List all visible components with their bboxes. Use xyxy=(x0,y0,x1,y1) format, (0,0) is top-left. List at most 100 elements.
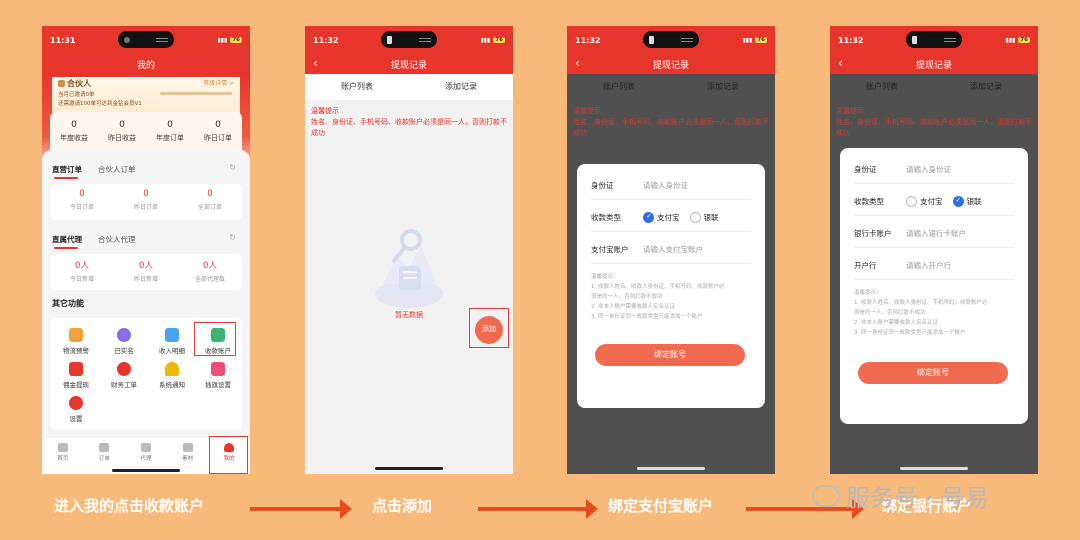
notice-title: 温馨提示 xyxy=(836,107,864,115)
arrow-right-icon xyxy=(250,499,352,519)
highlight-frame xyxy=(469,308,509,348)
alipay-account-input[interactable]: 请输入支付宝账户 xyxy=(643,244,703,255)
modal-notes: 温馨提示： 1. 收款人姓名、收款人身份证、手机号码、收款账户必 须是同一人，否… xyxy=(854,290,988,336)
partner-line-2: 还需邀请100单可达到金钻会员V1 xyxy=(58,101,142,107)
tab-add-record[interactable]: 添加记录 xyxy=(409,74,513,100)
phone-record-empty: 11:32 ▮▮▮ 76 ‹ 提现记录 账户列表 添加记录 温馨提示 姓名、身份证、… xyxy=(305,26,513,474)
notice: 温馨提示 姓名、身份证、手机号码、收款账户必须是同一人，否则打款不成功 xyxy=(305,100,513,145)
tab-add-record[interactable]: 添加记录 xyxy=(934,74,1038,100)
title-bar: ‹ 提现记录 xyxy=(305,54,513,74)
func-logistics[interactable]: 物流预警 xyxy=(54,328,98,355)
order-icon xyxy=(99,443,110,452)
radio-alipay[interactable]: 支付宝 xyxy=(906,196,943,207)
tab-direct-agents[interactable]: 直属代理 xyxy=(52,234,82,249)
battery-icon: 76 xyxy=(230,37,242,43)
page-title: 提现记录 xyxy=(915,60,952,71)
verified-user-icon xyxy=(117,328,131,342)
id-label: 身份证 xyxy=(591,181,614,190)
radio-unionpay[interactable]: 银联 xyxy=(952,196,982,207)
highlight-frame xyxy=(194,322,236,356)
record-tabs: 账户列表 添加记录 xyxy=(567,74,775,100)
function-grid: 物流预警 已实名 收入明细 收款账户 佣金提现 财务工单 系统通知 插旗设置 设… xyxy=(50,318,242,430)
title-bar: ‹ 提现记录 xyxy=(830,54,1038,74)
id-input[interactable]: 请输入身份证 xyxy=(906,164,951,175)
notice: 温馨提示 姓名、身份证、手机号码、收款账户必须是同一人，否则打款不成功 xyxy=(830,100,1038,145)
page-title: 我的 xyxy=(136,60,155,71)
agent-icon xyxy=(140,443,151,452)
gear-icon xyxy=(69,396,83,410)
radio-alipay[interactable]: 支付宝 xyxy=(643,212,680,223)
orders-tabs: 直营订单 合伙人订单 xyxy=(52,164,136,179)
func-withdraw[interactable]: 佣金提现 xyxy=(54,362,98,389)
tab-partner-orders[interactable]: 合伙人订单 xyxy=(98,164,136,175)
wechat-icon xyxy=(812,484,840,507)
tab-account-list[interactable]: 账户列表 xyxy=(830,74,934,100)
func-flag-settings[interactable]: 插旗设置 xyxy=(196,362,240,389)
level-detail-link[interactable]: 等级详情 > xyxy=(203,78,234,87)
status-time: 11:32 xyxy=(838,35,864,45)
caption-step-3: 绑定支付宝账户 xyxy=(608,497,714,515)
record-tabs: 账户列表 添加记录 xyxy=(305,74,513,100)
back-icon[interactable]: ‹ xyxy=(575,56,580,70)
page-title: 提现记录 xyxy=(390,60,427,71)
func-income[interactable]: 收入明细 xyxy=(150,328,194,355)
bind-alipay-modal: 身份证 请输入身份证 收款类型 支付宝 银联 支付宝账户 请输入支付宝账户 温馨… xyxy=(577,164,765,408)
notice: 温馨提示 姓名、身份证、手机号码、收款账户必须是同一人，否则打款不成功 xyxy=(567,100,775,145)
id-input[interactable]: 请输入身份证 xyxy=(643,180,688,191)
record-tabs: 账户列表 添加记录 xyxy=(830,74,1038,100)
partner-title: 合伙人 xyxy=(67,79,91,88)
phone-my-page: 11:31 ▮▮▮ 76 我的 合伙人 等级详情 > 当月已邀请0单 还需邀请10… xyxy=(42,26,250,474)
tab-partner-agents[interactable]: 合伙人代理 xyxy=(98,234,136,245)
status-bar: 11:32 ▮▮▮ 76 xyxy=(567,26,775,54)
bank-name-input[interactable]: 请输入开户行 xyxy=(906,260,951,271)
bind-account-button[interactable]: 绑定账号 xyxy=(595,344,745,366)
alipay-account-label: 支付宝账户 xyxy=(591,245,629,254)
func-finance-ticket[interactable]: 财务工单 xyxy=(102,362,146,389)
flag-icon xyxy=(211,362,225,376)
bind-bank-modal: 身份证 请输入身份证 收款类型 支付宝 银联 银行卡账户 请输入银行卡账户 开户… xyxy=(840,148,1028,424)
tab-direct-orders[interactable]: 直营订单 xyxy=(52,164,82,179)
agents-card: 0人 今日新增 0人 昨日新增 0人 全部代理数 xyxy=(50,254,242,290)
radio-unionpay[interactable]: 银联 xyxy=(689,212,719,223)
status-bar: 11:32 ▮▮▮ 76 xyxy=(305,26,513,54)
tab-account-list[interactable]: 账户列表 xyxy=(567,74,671,100)
id-row: 身份证 请输入身份证 xyxy=(591,172,751,200)
dynamic-island xyxy=(381,31,437,48)
refresh-icon[interactable]: ↻ xyxy=(229,163,236,172)
signal-icon: ▮▮▮ xyxy=(742,36,753,44)
dynamic-island xyxy=(643,31,699,48)
tab-account-list[interactable]: 账户列表 xyxy=(305,74,409,100)
modal-notes: 温馨提示： 1. 收款人姓名、收款人身份证、手机号码、收款账户必 须是同一人，否… xyxy=(591,274,725,320)
back-icon[interactable]: ‹ xyxy=(313,56,318,70)
notice-body: 姓名、身份证、手机号码、收款账户必须是同一人，否则打款不成功 xyxy=(573,118,769,137)
func-verified[interactable]: 已实名 xyxy=(102,328,146,355)
others-title: 其它功能 xyxy=(52,299,84,308)
orders-card: 0 今日订单 0 昨日订单 0 全部订单 xyxy=(50,184,242,220)
signal-icon: ▮▮▮ xyxy=(480,36,491,44)
status-time: 11:32 xyxy=(313,35,339,45)
bind-account-button[interactable]: 绑定账号 xyxy=(858,362,1008,384)
func-settings[interactable]: 设置 xyxy=(54,396,98,423)
refresh-icon[interactable]: ↻ xyxy=(229,233,236,242)
material-icon xyxy=(182,443,193,452)
battery-icon: 76 xyxy=(1018,37,1030,43)
empty-illustration-icon xyxy=(375,229,443,308)
home-icon xyxy=(57,443,68,452)
dynamic-island xyxy=(906,31,962,48)
back-icon[interactable]: ‹ xyxy=(838,56,843,70)
type-row: 收款类型 支付宝 银联 xyxy=(591,204,751,232)
nav-home[interactable]: 首页 xyxy=(42,438,84,474)
battery-icon: 76 xyxy=(493,37,505,43)
tab-add-record[interactable]: 添加记录 xyxy=(671,74,775,100)
watermark: 服务号 · 号易 xyxy=(812,478,989,513)
status-time: 11:32 xyxy=(575,35,601,45)
phone-bind-alipay: 11:32 ▮▮▮ 76 ‹ 提现记录 账户列表 添加记录 温馨提示 姓名、身份证、… xyxy=(567,26,775,474)
type-label: 收款类型 xyxy=(591,213,621,222)
alipay-account-row: 支付宝账户 请输入支付宝账户 xyxy=(591,236,751,264)
phone-bind-bank: 11:32 ▮▮▮ 76 ‹ 提现记录 账户列表 添加记录 温馨提示 姓名、身份证、… xyxy=(830,26,1038,474)
bank-card-input[interactable]: 请输入银行卡账户 xyxy=(906,228,966,239)
func-notice[interactable]: 系统通知 xyxy=(150,362,194,389)
status-time: 11:31 xyxy=(50,35,76,45)
title-bar: ‹ 提现记录 xyxy=(567,54,775,74)
bank-name-label: 开户行 xyxy=(854,261,877,270)
